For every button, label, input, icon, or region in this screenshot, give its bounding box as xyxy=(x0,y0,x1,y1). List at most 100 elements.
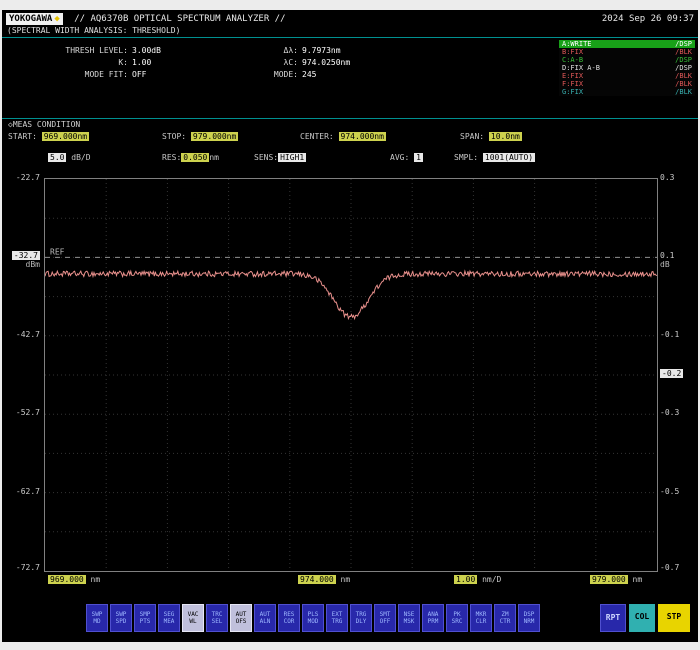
analysis-results: THRESH LEVEL: 3.00dB Δλ: 9.7973nm K: 1.0… xyxy=(32,46,452,80)
toolbar-button-dsp-nrm[interactable]: DSPNRM xyxy=(518,604,540,632)
x-scale-unit: nm/D xyxy=(482,575,501,584)
k-value[interactable]: 1.00 xyxy=(132,58,250,68)
trace-row-b[interactable]: B:FIX/BLK xyxy=(559,48,695,56)
analysis-section-title: (SPECTRAL WIDTH ANALYSIS: THRESHOLD) xyxy=(7,26,180,35)
toolbar-button-mkr-clr[interactable]: MKRCLR xyxy=(470,604,492,632)
mode-fit-label: MODE FIT: xyxy=(32,70,132,80)
toolbar-button-line1: SWP xyxy=(111,611,131,618)
span-label: SPAN: xyxy=(460,132,484,141)
thresh-level-label: THRESH LEVEL: xyxy=(32,46,132,56)
x-scale-value[interactable]: 1.00 xyxy=(454,575,477,584)
toolbar-button-vac-wl[interactable]: VACWL xyxy=(182,604,204,632)
trace-panel: A:WRITE/DSP B:FIX/BLK C:A-B/DSP D:FIX A-… xyxy=(559,40,695,96)
toolbar-button-trg-dly[interactable]: TRGDLY xyxy=(350,604,372,632)
y-axis-right-label: -0.5 xyxy=(660,487,698,496)
trace-row-c[interactable]: C:A-B/DSP xyxy=(559,56,695,64)
stop-sweep-button[interactable]: STP xyxy=(658,604,690,632)
trace-row-a[interactable]: A:WRITE/DSP xyxy=(559,40,695,48)
stop-label: STOP: xyxy=(162,132,186,141)
x-scale-field: 1.00 nm/D xyxy=(454,574,501,585)
k-label: K: xyxy=(32,58,132,68)
toolbar-button-swp-md[interactable]: SWPMD xyxy=(86,604,108,632)
trace-row-e[interactable]: E:FIX/BLK xyxy=(559,72,695,80)
toolbar-button-trc-sel[interactable]: TRCSEL xyxy=(206,604,228,632)
y-right-marker[interactable]: -0.2 xyxy=(660,369,698,378)
y-axis-right-label: -0.7 xyxy=(660,563,698,572)
toolbar-button-line1: AUT xyxy=(255,611,275,618)
stop-value[interactable]: 979.000nm xyxy=(191,132,238,141)
trace-name: D:FIX A-B xyxy=(562,64,600,72)
mode-fit-value[interactable]: OFF xyxy=(132,70,250,80)
toolbar-button-line2: ALN xyxy=(255,618,275,625)
meas-condition-title: ◇MEAS CONDITION xyxy=(8,120,80,129)
toolbar-button-line1: SWP xyxy=(87,611,107,618)
toolbar-button-zm-ctr[interactable]: ZMCTR xyxy=(494,604,516,632)
y-axis-right-field: 0.1dB xyxy=(660,251,698,269)
thresh-level-value[interactable]: 3.00dB xyxy=(132,46,250,56)
start-value[interactable]: 969.000nm xyxy=(42,132,89,141)
center-value[interactable]: 974.000nm xyxy=(339,132,386,141)
toolbar-button-line1: NSE xyxy=(399,611,419,618)
trace-row-d[interactable]: D:FIX A-B/DSP xyxy=(559,64,695,72)
toolbar-button-aut-ofs[interactable]: AUTOFS xyxy=(230,604,252,632)
avg-value[interactable]: 1 xyxy=(414,153,423,162)
span-value[interactable]: 10.0nm xyxy=(489,132,522,141)
x-stop-value[interactable]: 979.000 xyxy=(590,575,628,584)
x-center-unit: nm xyxy=(341,575,351,584)
toolbar-button-nse-msk[interactable]: NSEMSK xyxy=(398,604,420,632)
y-axis-left-label: -22.7 xyxy=(2,173,40,182)
trace-status: /BLK xyxy=(675,88,692,96)
x-stop-field: 979.000 nm xyxy=(590,574,642,585)
start-label: START: xyxy=(8,132,37,141)
mode-label: MODE: xyxy=(250,70,302,80)
res-unit: nm xyxy=(209,153,219,162)
sens-label: SENS: xyxy=(254,153,278,162)
x-start-unit: nm xyxy=(91,575,101,584)
sens-value[interactable]: HIGH1 xyxy=(278,153,306,162)
x-center-value[interactable]: 974.000 xyxy=(298,575,336,584)
trace-row-f[interactable]: F:FIX/BLK xyxy=(559,80,695,88)
toolbar-button-line1: SEG xyxy=(159,611,179,618)
toolbar-button-ext-trg[interactable]: EXTTRG xyxy=(326,604,348,632)
logo-diamond-icon: ◆ xyxy=(54,14,59,24)
y-axis-left-label: -52.7 xyxy=(2,408,40,417)
toolbar-button-line1: PLS xyxy=(303,611,323,618)
x-center-field: 974.000 nm xyxy=(298,574,350,585)
toolbar-button-line1: ANA xyxy=(423,611,443,618)
level-scale-field: 5.0 dB/D xyxy=(48,152,91,163)
toolbar-button-smt-off[interactable]: SMTOFF xyxy=(374,604,396,632)
toolbar-button-group: SWPMDSWPSPDSMPPTSSEGMEAVACWLTRCSELAUTOFS… xyxy=(86,604,540,632)
brand-text: YOKOGAWA xyxy=(9,14,52,24)
meas-condition-row: START: 969.000nm STOP: 979.000nm CENTER:… xyxy=(2,131,698,143)
sens-field: SENS:HIGH1 xyxy=(254,152,306,163)
res-field: RES:0.050nm xyxy=(162,152,219,163)
toolbar-button-pk-src[interactable]: PKSRC xyxy=(446,604,468,632)
toolbar-button-smp-pts[interactable]: SMPPTS xyxy=(134,604,156,632)
toolbar-button-aut-aln[interactable]: AUTALN xyxy=(254,604,276,632)
toolbar-button-ana-prm[interactable]: ANAPRM xyxy=(422,604,444,632)
res-value[interactable]: 0.050 xyxy=(181,153,209,162)
y-axis-right-label: -0.3 xyxy=(660,408,698,417)
lambda-c-value: 974.0250nm xyxy=(302,58,452,68)
col-button[interactable]: COL xyxy=(629,604,655,632)
level-scale-value[interactable]: 5.0 xyxy=(48,153,66,162)
y-right-unit: dB xyxy=(660,260,698,269)
trace-status: /DSP xyxy=(675,64,692,72)
toolbar-button-line1: TRC xyxy=(207,611,227,618)
toolbar-button-res-cor[interactable]: RESCOR xyxy=(278,604,300,632)
repeat-sweep-button[interactable]: RPT xyxy=(600,604,626,632)
toolbar-button-seg-mea[interactable]: SEGMEA xyxy=(158,604,180,632)
spectrum-plot[interactable]: REF xyxy=(44,178,658,572)
x-start-field: 969.000 nm xyxy=(48,574,100,585)
trace-row-g[interactable]: G:FIX/BLK xyxy=(559,88,695,96)
x-start-value[interactable]: 969.000 xyxy=(48,575,86,584)
start-field: START: 969.000nm xyxy=(8,131,89,142)
toolbar-button-swp-spd[interactable]: SWPSPD xyxy=(110,604,132,632)
res-label: RES: xyxy=(162,153,181,162)
toolbar-button-line2: TRG xyxy=(327,618,347,625)
smpl-value[interactable]: 1001(AUTO) xyxy=(483,153,535,162)
trace-status: /DSP xyxy=(675,40,692,48)
toolbar-button-pls-mod[interactable]: PLSMOD xyxy=(302,604,324,632)
ref-level-field[interactable]: -32.7dBm xyxy=(2,251,40,269)
toolbar-button-line2: MOD xyxy=(303,618,323,625)
